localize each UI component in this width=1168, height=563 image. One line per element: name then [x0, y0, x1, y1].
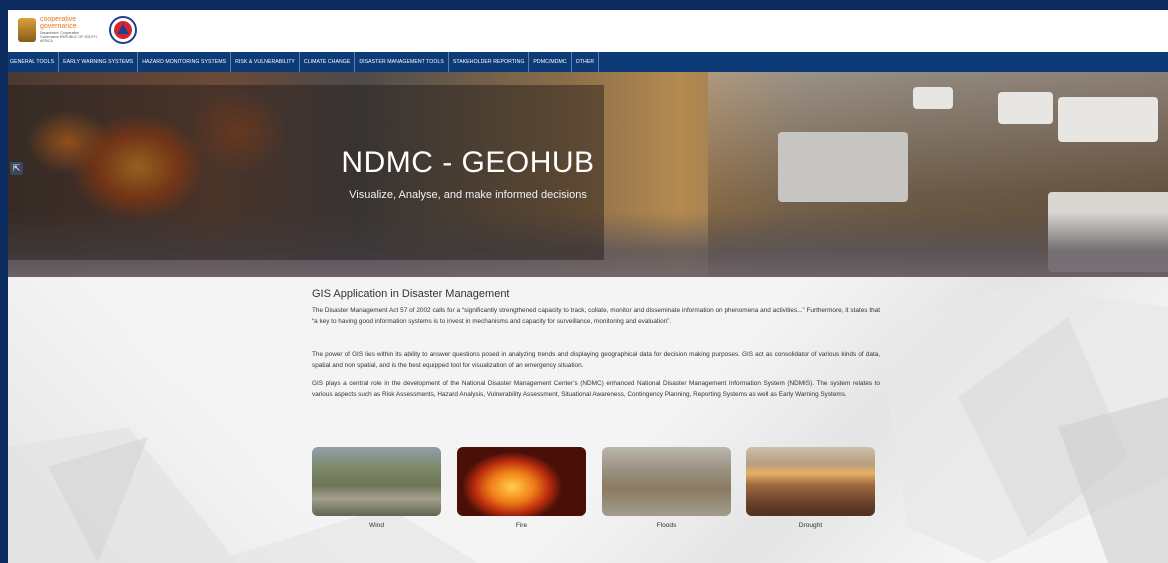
main-navigation: GENERAL TOOLS EARLY WARNING SYSTEMS HAZA…: [8, 52, 1168, 72]
share-icon[interactable]: ⇱: [10, 162, 23, 175]
hazard-card-wind[interactable]: Wind: [312, 447, 441, 529]
hazard-card-fire[interactable]: Fire: [457, 447, 586, 529]
hazard-label: Drought: [798, 522, 823, 529]
nav-general-tools[interactable]: GENERAL TOOLS: [8, 52, 60, 72]
hero-banner: NDMC - GEOHUB Visualize, Analyse, and ma…: [8, 72, 1168, 277]
civil-protection-triangle-icon: [117, 24, 129, 34]
fire-image[interactable]: [457, 447, 586, 516]
hazard-label: Fire: [515, 522, 528, 529]
nav-other[interactable]: OTHER: [572, 52, 600, 72]
flooded-car-image: [998, 92, 1053, 124]
wind-image[interactable]: [312, 447, 441, 516]
hero-subtitle: Visualize, Analyse, and make informed de…: [349, 189, 587, 201]
paragraph-ndmis: GIS plays a central role in the developm…: [312, 380, 880, 398]
hazard-card-floods[interactable]: Floods: [602, 447, 731, 529]
hazard-gallery: Wind Fire Floods Drought: [312, 447, 880, 537]
nav-disaster-management-tools[interactable]: DISASTER MANAGEMENT TOOLS: [355, 52, 449, 72]
section-title: GIS Application in Disaster Management: [312, 288, 510, 300]
nav-stakeholder-reporting[interactable]: STAKEHOLDER REPORTING: [449, 52, 530, 72]
coat-of-arms-icon: [18, 18, 36, 42]
nav-risk-vulnerability[interactable]: RISK & VULNERABILITY: [231, 52, 300, 72]
flooded-car-image: [1058, 97, 1158, 142]
paragraph-gis-power: The power of GIS lies within its ability…: [312, 351, 880, 369]
floods-image[interactable]: [602, 447, 731, 516]
hazard-label: Floods: [656, 522, 677, 529]
drought-image[interactable]: [746, 447, 875, 516]
nav-pdmc-mdmc[interactable]: PDMC/MDMC: [529, 52, 572, 72]
nav-hazard-monitoring-systems[interactable]: HAZARD MONITORING SYSTEMS: [138, 52, 232, 72]
cogta-logo[interactable]: cooperative governance Department: Coope…: [18, 16, 98, 46]
logo-title: cooperative governance: [40, 16, 77, 30]
logo-subtitle: Department: Cooperative Governance REPUB…: [40, 31, 97, 43]
paragraph-disaster-act: The Disaster Management Act 57 of 2002 c…: [312, 307, 880, 325]
hazard-label: Wind: [368, 522, 385, 529]
site-header: cooperative governance Department: Coope…: [8, 10, 1168, 52]
ndmc-emblem-logo[interactable]: [109, 16, 137, 44]
nav-climate-change[interactable]: CLIMATE CHANGE: [300, 52, 356, 72]
hero-title: NDMC - GEOHUB: [341, 146, 595, 179]
flooded-car-image: [778, 132, 908, 202]
intro-section: GIS Application in Disaster Management T…: [312, 288, 880, 408]
app-frame: cooperative governance Department: Coope…: [8, 10, 1168, 563]
nav-early-warning-systems[interactable]: EARLY WARNING SYSTEMS: [59, 52, 139, 72]
flooded-car-image: [913, 87, 953, 109]
hazard-card-drought[interactable]: Drought: [746, 447, 875, 529]
